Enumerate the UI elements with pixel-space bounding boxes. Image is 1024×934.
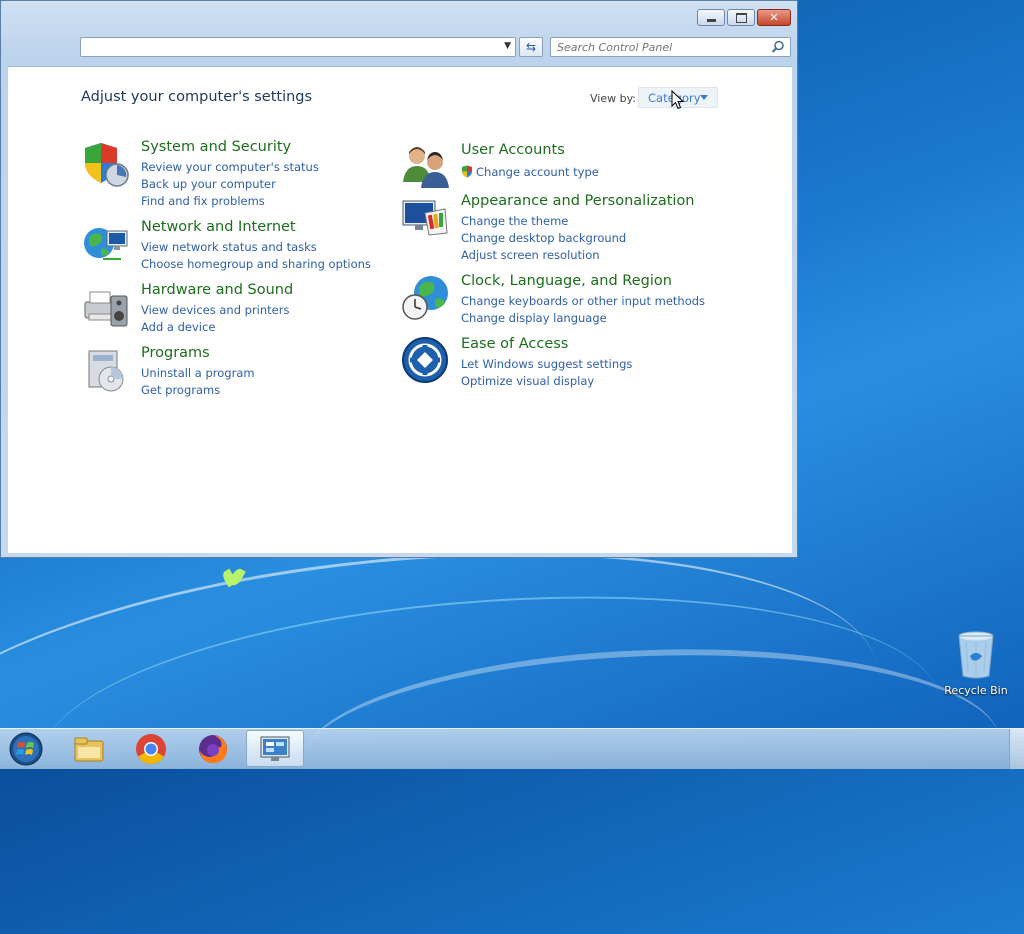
start-orb-icon[interactable] [8, 731, 44, 767]
address-bar[interactable]: ▼ [80, 37, 516, 57]
link-add-device[interactable]: Add a device [141, 319, 289, 336]
link-uninstall[interactable]: Uninstall a program [141, 365, 255, 382]
control-panel-icon [260, 736, 290, 761]
taskbar-firefox[interactable] [185, 730, 241, 767]
category-title[interactable]: Clock, Language, and Region [461, 273, 672, 289]
window-controls: ✕ [697, 9, 791, 26]
printer-speaker-icon [84, 291, 128, 327]
category-title[interactable]: Ease of Access [461, 336, 568, 352]
chrome-icon [136, 733, 166, 764]
shield-icon [85, 143, 129, 187]
recycle-bin-icon [958, 631, 994, 679]
taskbar-control-panel[interactable] [246, 730, 304, 767]
recycle-bin[interactable]: Recycle Bin [944, 630, 1008, 697]
address-dropdown-icon[interactable]: ▼ [504, 41, 511, 51]
mouse-cursor-icon [671, 90, 685, 110]
ease-of-access-icon [402, 337, 448, 383]
category-title[interactable]: System and Security [141, 139, 291, 155]
search-input[interactable] [550, 37, 791, 57]
programs-disc-icon [88, 350, 124, 392]
uac-shield-icon [462, 165, 472, 178]
taskbar [0, 728, 1024, 769]
link-label: Change account type [476, 165, 599, 179]
category-title[interactable]: Hardware and Sound [141, 282, 293, 298]
taskbar-chrome[interactable] [123, 730, 179, 767]
link-backup[interactable]: Back up your computer [141, 176, 319, 193]
link-optimize-visual[interactable]: Optimize visual display [461, 373, 632, 390]
link-network-status[interactable]: View network status and tasks [141, 239, 371, 256]
recycle-bin-label: Recycle Bin [944, 684, 1008, 697]
minimize-icon [706, 19, 716, 22]
link-homegroup[interactable]: Choose homegroup and sharing options [141, 256, 371, 273]
link-windows-suggest[interactable]: Let Windows suggest settings [461, 356, 632, 373]
page-title: Adjust your computer's settings [81, 89, 313, 105]
file-explorer-icon [74, 737, 104, 761]
show-desktop-button[interactable] [1009, 729, 1024, 769]
link-find-fix[interactable]: Find and fix problems [141, 193, 319, 210]
link-get-programs[interactable]: Get programs [141, 382, 255, 399]
maximize-button[interactable] [727, 9, 755, 26]
category-title[interactable]: User Accounts [461, 142, 565, 158]
maximize-icon [735, 12, 747, 23]
firefox-icon [199, 734, 227, 763]
search-icon[interactable] [771, 40, 785, 54]
refresh-icon: ⇆ [525, 40, 537, 54]
content-pane: Adjust your computer's settings View by:… [8, 66, 792, 553]
link-screen-resolution[interactable]: Adjust screen resolution [461, 247, 626, 264]
link-change-account-type[interactable]: Change account type [461, 164, 599, 181]
wallpaper-leaf [222, 564, 244, 598]
link-change-keyboards[interactable]: Change keyboards or other input methods [461, 293, 705, 310]
link-change-theme[interactable]: Change the theme [461, 213, 626, 230]
category-title[interactable]: Programs [141, 345, 210, 361]
category-title[interactable]: Appearance and Personalization [461, 193, 695, 209]
view-by-label: View by: [590, 92, 636, 105]
users-icon [403, 147, 449, 188]
close-button[interactable]: ✕ [757, 9, 791, 26]
clock-globe-icon [402, 276, 448, 320]
refresh-button[interactable]: ⇆ [519, 37, 543, 57]
wallpaper-swoosh [0, 508, 895, 934]
link-display-language[interactable]: Change display language [461, 310, 705, 327]
minimize-button[interactable] [697, 9, 725, 26]
chevron-down-icon [700, 95, 708, 100]
link-devices-printers[interactable]: View devices and printers [141, 302, 289, 319]
taskbar-file-explorer[interactable] [61, 730, 117, 767]
monitor-palette-icon [402, 200, 448, 236]
network-globe-icon [84, 228, 128, 260]
link-review-status[interactable]: Review your computer's status [141, 159, 319, 176]
close-icon: ✕ [769, 11, 779, 24]
category-title[interactable]: Network and Internet [141, 219, 296, 235]
link-desktop-background[interactable]: Change desktop background [461, 230, 626, 247]
control-panel-window: ✕ ▼ ⇆ Adjust your computer's settings Vi… [0, 0, 798, 558]
